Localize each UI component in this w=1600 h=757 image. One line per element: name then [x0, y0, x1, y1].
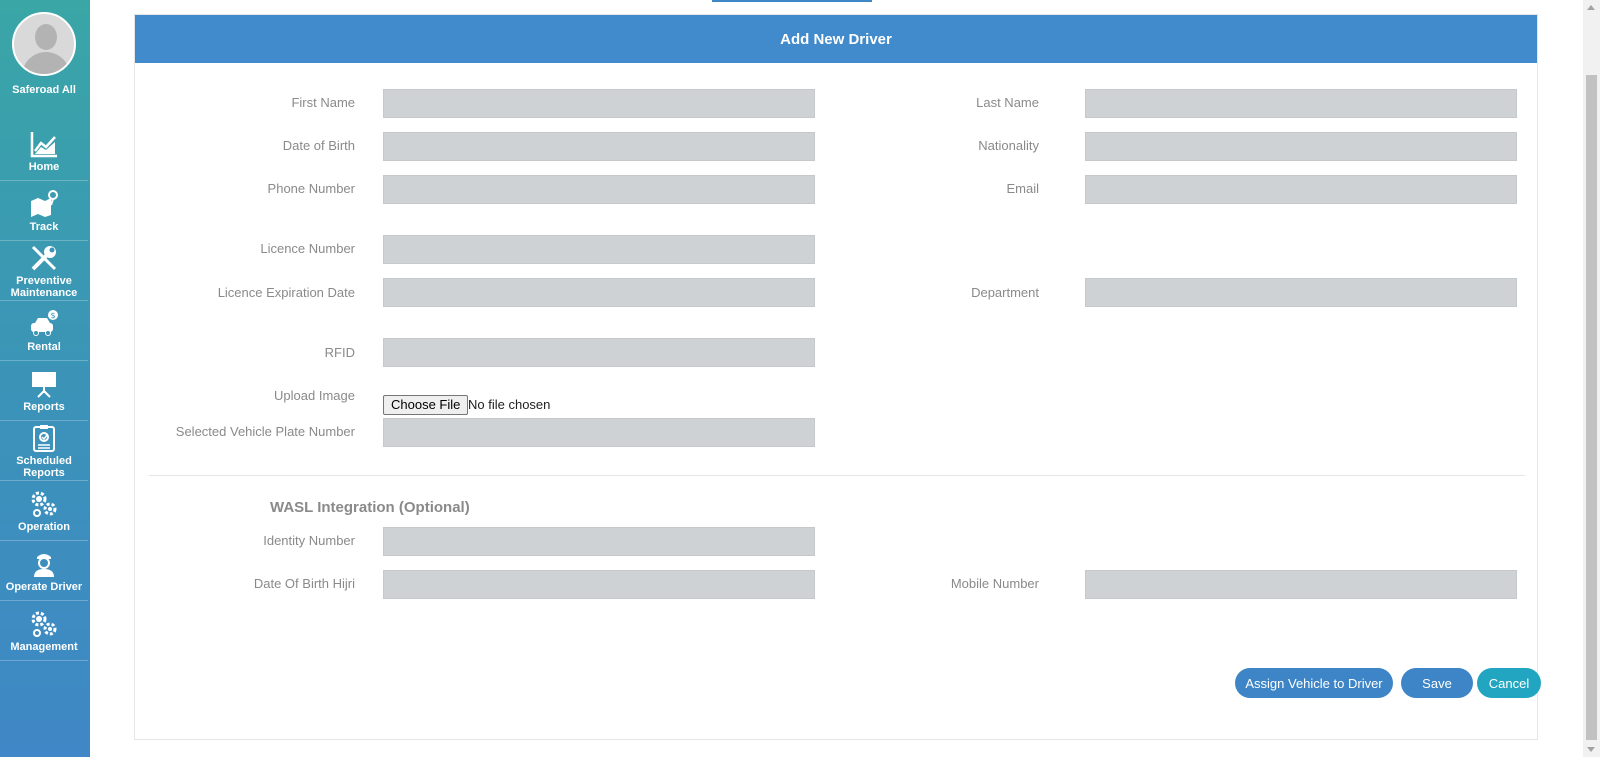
last-name-label: Last Name [976, 95, 1039, 110]
dob-hijri-input[interactable] [383, 570, 815, 599]
add-driver-panel: Add New Driver First Name Last Name Date… [134, 14, 1541, 740]
sidebar: Saferoad All Home Track Preventive Maint… [0, 0, 90, 757]
sidebar-item-label: Operate Driver [5, 580, 83, 593]
first-name-label: First Name [291, 95, 355, 110]
mobile-number-label: Mobile Number [950, 576, 1039, 591]
line-chart-icon [30, 131, 57, 157]
presentation-board-icon [32, 371, 56, 398]
sidebar-item-label: Scheduled Reports [16, 454, 72, 479]
upload-image-label: Upload Image [274, 388, 355, 403]
top-tab-indicator [712, 0, 872, 2]
wrench-screwdriver-icon [31, 245, 57, 270]
wasl-section-title: WASL Integration (Optional) [270, 499, 470, 516]
phone-input[interactable] [383, 175, 815, 204]
scroll-up-arrow-icon[interactable] [1587, 5, 1595, 10]
panel-title: Add New Driver [135, 15, 1537, 63]
rfid-label: RFID [324, 345, 355, 360]
scroll-down-arrow-icon[interactable] [1587, 747, 1595, 752]
section-divider [149, 475, 1525, 476]
sidebar-nav: Home Track Preventive Maintenance $ Rent… [0, 121, 88, 661]
sidebar-item-management[interactable]: Management [0, 601, 88, 661]
sidebar-item-label: Management [10, 640, 78, 653]
licence-expiration-input[interactable] [383, 278, 815, 307]
user-name: Saferoad All [12, 84, 76, 96]
driver-icon [34, 553, 54, 577]
department-select[interactable] [1085, 278, 1517, 307]
sidebar-item-operation[interactable]: Operation [0, 481, 88, 541]
sidebar-item-scheduled-reports[interactable]: Scheduled Reports [0, 421, 88, 481]
choose-file-button[interactable]: Choose File [383, 395, 469, 415]
licence-expiration-label: Licence Expiration Date [217, 285, 355, 300]
sidebar-item-home[interactable]: Home [0, 121, 88, 181]
dob-label: Date of Birth [282, 138, 355, 153]
mobile-number-input[interactable] [1085, 570, 1517, 599]
licence-number-label: Licence Number [260, 241, 355, 256]
avatar[interactable] [12, 12, 76, 76]
selected-vehicle-input[interactable] [383, 418, 815, 447]
sidebar-item-label: Preventive Maintenance [10, 274, 78, 299]
dob-hijri-label: Date Of Birth Hijri [253, 576, 355, 591]
scrollbar[interactable] [1583, 0, 1600, 757]
licence-number-input[interactable] [383, 235, 815, 264]
selected-vehicle-label: Selected Vehicle Plate Number [175, 424, 355, 439]
svg-text:$: $ [50, 311, 55, 320]
rfid-input[interactable] [383, 338, 815, 367]
sidebar-item-preventive-maintenance[interactable]: Preventive Maintenance [0, 241, 88, 301]
email-label: Email [1006, 181, 1039, 196]
assign-vehicle-button[interactable]: Assign Vehicle to Driver [1235, 668, 1393, 698]
no-file-chosen-text: No file chosen [468, 397, 551, 412]
gears-icon [31, 611, 57, 637]
sidebar-item-track[interactable]: Track [0, 181, 88, 241]
sidebar-item-reports[interactable]: Reports [0, 361, 88, 421]
nationality-label: Nationality [978, 138, 1039, 153]
phone-label: Phone Number [267, 181, 355, 196]
nationality-input[interactable] [1085, 132, 1517, 161]
dob-input[interactable] [383, 132, 815, 161]
department-label: Department [971, 285, 1039, 300]
identity-number-label: Identity Number [263, 533, 355, 548]
gears-icon [31, 491, 57, 517]
last-name-input[interactable] [1085, 89, 1517, 118]
cancel-button[interactable]: Cancel [1477, 668, 1541, 698]
sidebar-item-label: Home [28, 160, 60, 173]
sidebar-item-rental[interactable]: $ Rental [0, 301, 88, 361]
sidebar-item-label: Track [29, 220, 59, 233]
sidebar-item-label: Reports [23, 400, 65, 413]
sidebar-item-label: Rental [27, 340, 61, 353]
map-pin-icon [31, 189, 58, 217]
sidebar-item-operate-driver[interactable]: Operate Driver [0, 541, 88, 601]
identity-number-input[interactable] [383, 527, 815, 556]
scrollbar-thumb[interactable] [1586, 75, 1597, 740]
save-button[interactable]: Save [1401, 668, 1473, 698]
first-name-input[interactable] [383, 89, 815, 118]
sidebar-item-label: Operation [18, 520, 70, 533]
car-dollar-icon: $ [31, 309, 58, 336]
clipboard-check-icon [33, 424, 55, 452]
email-input[interactable] [1085, 175, 1517, 204]
profile: Saferoad All [0, 12, 88, 96]
